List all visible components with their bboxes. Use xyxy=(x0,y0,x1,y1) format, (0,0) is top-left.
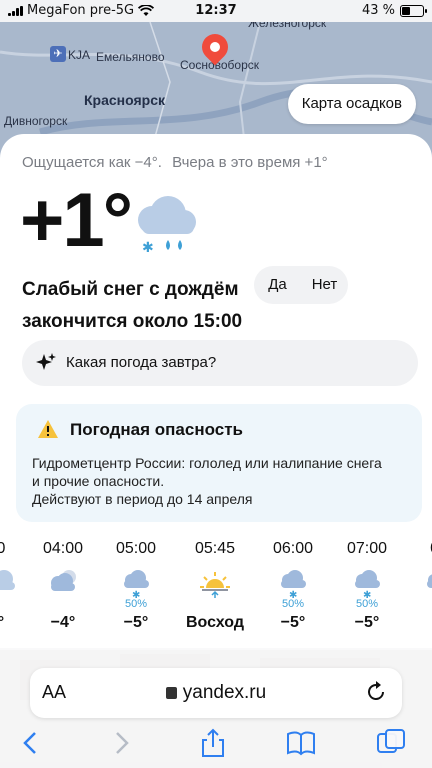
hazard-line3: Действуют в период до 14 апреля xyxy=(32,491,253,507)
share-icon[interactable] xyxy=(198,728,228,758)
weather-hazard-card[interactable]: Погодная опасность Гидрометцентр России:… xyxy=(16,404,422,522)
svg-text:✱: ✱ xyxy=(363,590,371,598)
bookmarks-icon[interactable] xyxy=(286,728,316,758)
forward-icon[interactable] xyxy=(106,728,136,758)
tabs-icon[interactable] xyxy=(376,728,406,758)
hourly-value: Восход xyxy=(185,614,245,631)
cloud-snow-icon: ✱ xyxy=(101,568,171,598)
condition-line1: Слабый снег с дождём xyxy=(22,279,239,300)
yesterday-text: Вчера в это время +1° xyxy=(172,154,328,171)
hourly-item[interactable]: 07:00 ✱ 50% −5° xyxy=(332,540,402,632)
hourly-item[interactable]: 06:00 ✱ 50% −5° xyxy=(258,540,328,632)
precipitation-map-button[interactable]: Карта осадков xyxy=(287,84,416,124)
hourly-precip: 50% xyxy=(281,598,305,610)
feedback-toggle: Да Нет xyxy=(254,266,348,304)
hourly-item[interactable]: 05:45 Восход xyxy=(180,540,250,632)
status-bar: MegaFon pre-5G 12:37 43 % xyxy=(0,0,432,22)
back-icon[interactable] xyxy=(16,728,46,758)
cloud-snow-icon: ✱ xyxy=(404,568,432,598)
svg-text:✱: ✱ xyxy=(289,590,297,598)
reload-icon[interactable] xyxy=(364,680,388,704)
hourly-precip: 6 xyxy=(404,598,432,610)
svg-text:✱: ✱ xyxy=(142,240,154,256)
hourly-time: 04:00 xyxy=(42,540,84,557)
lock-icon xyxy=(165,687,177,699)
map-label-divnogorsk: Дивногорск xyxy=(4,114,68,128)
map-label-krasnoyarsk: Красноярск xyxy=(84,92,166,108)
sunrise-icon xyxy=(180,568,250,598)
hourly-precip xyxy=(180,598,250,610)
tomorrow-weather-button[interactable]: Какая погода завтра? xyxy=(22,340,418,386)
hazard-title: Погодная опасность xyxy=(70,420,243,439)
battery-icon xyxy=(400,4,427,17)
tomorrow-weather-label: Какая погода завтра? xyxy=(66,354,217,371)
map-label-zheleznogorsk: Железногорск xyxy=(248,22,327,30)
map-label-kja: KJA xyxy=(68,48,91,62)
hourly-time: 05:45 xyxy=(194,540,236,557)
sparkle-icon xyxy=(36,353,56,370)
hourly-forecast[interactable]: 0 ° 04:00 −4° 05:00 ✱ 50% −5° 05:45 Восход 06:00 ✱ 5… xyxy=(0,540,432,640)
condition-line2: закончится около 15:00 xyxy=(22,311,243,332)
browser-toolbar: AA yandex.ru xyxy=(0,648,432,768)
hourly-time: 05:00 xyxy=(115,540,157,557)
battery-percent: 43 % xyxy=(361,3,395,18)
current-temperature: +1° xyxy=(20,178,133,263)
cloud-snow-rain-icon: ✱ xyxy=(138,196,196,256)
hourly-item[interactable]: 08 ✱6 xyxy=(404,540,432,614)
hourly-precip: 50% xyxy=(124,598,148,610)
url-text: yandex.ru xyxy=(182,682,267,703)
address-bar[interactable]: AA yandex.ru xyxy=(30,668,402,718)
partly-cloudy-night-icon xyxy=(28,568,98,598)
feels-like-line: Ощущается как −4°. Вчера в это время +1° xyxy=(22,154,328,171)
url-display: yandex.ru xyxy=(30,682,402,704)
hourly-time: 07:00 xyxy=(346,540,388,557)
svg-text:✱: ✱ xyxy=(132,590,140,598)
yes-button[interactable]: Да xyxy=(254,266,301,304)
hourly-item[interactable]: 04:00 −4° xyxy=(28,540,98,632)
hazard-text: Гидрометцентр России: гололед или налипа… xyxy=(32,454,412,508)
weather-card: Ощущается как −4°. Вчера в это время +1°… xyxy=(0,134,432,650)
hazard-line2: и прочие опасности. xyxy=(32,473,165,489)
battery-fill xyxy=(402,6,410,15)
hazard-line1: Гидрометцентр России: гололед или налипа… xyxy=(32,455,382,471)
condition-text: Слабый снег с дождём закончится около 15… xyxy=(22,274,262,338)
no-button[interactable]: Нет xyxy=(301,266,348,304)
airport-icon: ✈ xyxy=(50,46,66,62)
cloud-snow-icon: ✱ xyxy=(332,568,402,598)
hourly-time: 08 xyxy=(404,540,432,562)
hourly-precip xyxy=(28,598,98,610)
hourly-value: −5° xyxy=(354,614,380,631)
map-label-emelyanovo: Емельяново xyxy=(96,50,165,64)
hourly-item[interactable]: 05:00 ✱ 50% −5° xyxy=(101,540,171,632)
hourly-value: −5° xyxy=(123,614,149,631)
feels-like-text: Ощущается как −4°. xyxy=(22,154,162,171)
hourly-time: 06:00 xyxy=(272,540,314,557)
cloud-snow-icon: ✱ xyxy=(258,568,328,598)
hourly-precip: 50% xyxy=(355,598,379,610)
hourly-value: −4° xyxy=(50,614,76,631)
hourly-value: −5° xyxy=(280,614,306,631)
warning-icon xyxy=(38,420,58,438)
